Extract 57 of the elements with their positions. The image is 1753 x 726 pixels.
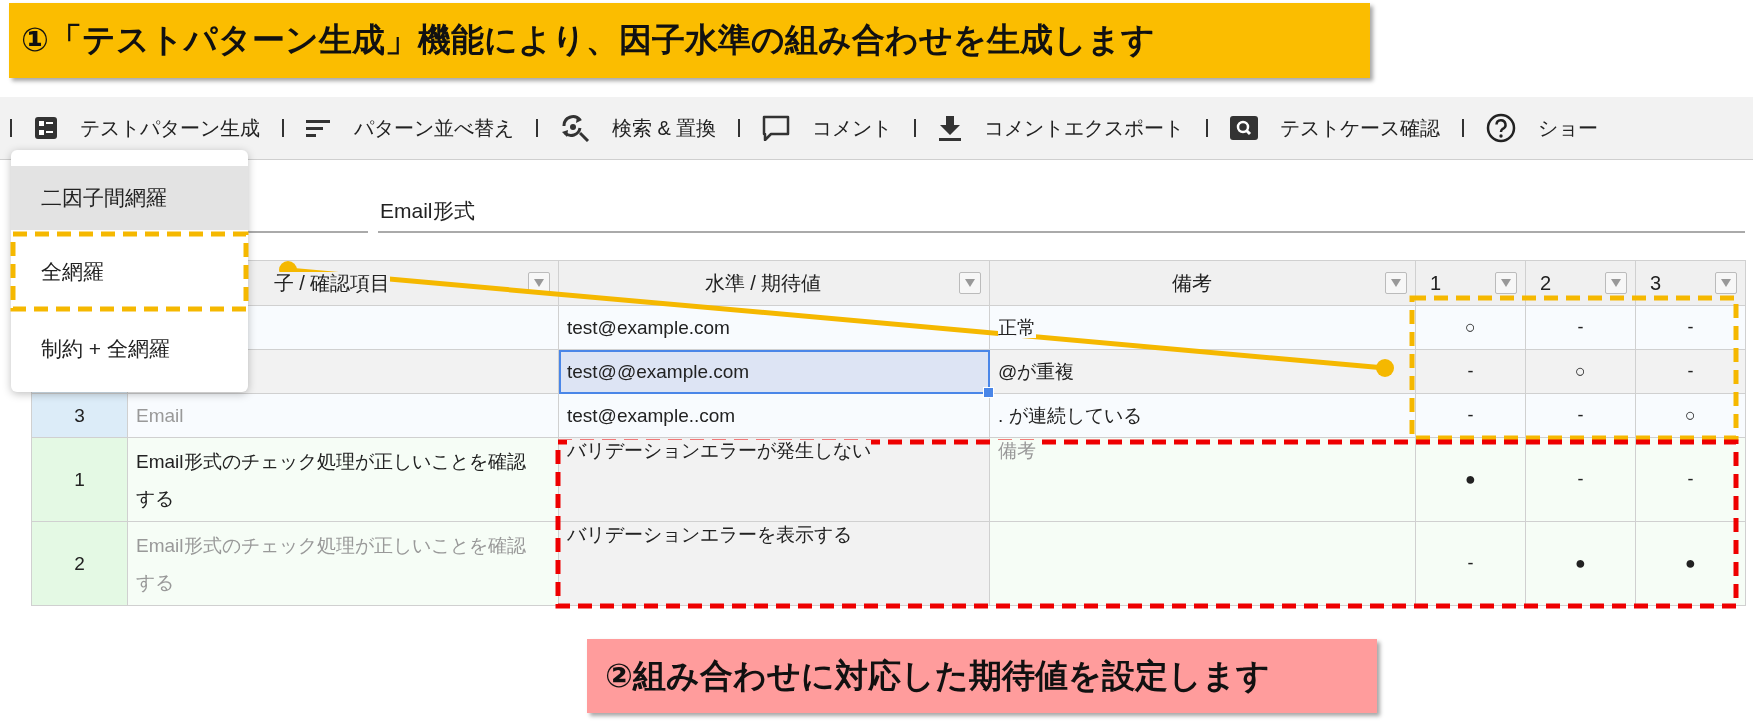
table-cell: Email形式のチェック処理が正しいことを確認する <box>127 521 559 606</box>
filter-button[interactable] <box>1605 272 1627 294</box>
caret-icon <box>965 279 975 287</box>
filter-button[interactable] <box>959 272 981 294</box>
toolbar-button[interactable]: コメント <box>758 114 897 142</box>
toolbar-button[interactable]: テストパターン生成 <box>30 114 264 142</box>
table-cell: ○ <box>1635 393 1746 438</box>
comment-icon <box>762 115 791 141</box>
search-icon <box>1230 116 1259 140</box>
table-cell: ● <box>1525 521 1636 606</box>
search-replace-icon <box>560 114 590 142</box>
table-cell: ● <box>1415 437 1526 522</box>
table-cell: - <box>1635 305 1746 350</box>
table-cell: Email <box>127 393 559 438</box>
table-cell: バリデーションエラーが発生しない <box>558 437 990 522</box>
fill-handle[interactable] <box>983 387 994 398</box>
caret-icon <box>534 279 544 287</box>
table-cell: ● <box>1635 521 1746 606</box>
table-cell: バリデーションエラーを表示する <box>558 521 990 606</box>
table-cell: - <box>1415 393 1526 438</box>
callout-banner: ②組み合わせに対応した期待値を設定します <box>587 639 1377 713</box>
row-number: 1 <box>31 437 128 522</box>
table-cell: - <box>1525 437 1636 522</box>
list-icon <box>34 116 58 140</box>
row-number: 2 <box>31 521 128 606</box>
filter-button[interactable] <box>1495 272 1517 294</box>
filter-button[interactable] <box>1715 272 1737 294</box>
menu-item[interactable]: 制約 + 全網羅 <box>11 317 248 381</box>
table-cell: 正常 <box>989 305 1416 350</box>
caret-icon <box>1611 279 1621 287</box>
caret-icon <box>1721 279 1731 287</box>
sort-icon <box>306 118 332 138</box>
filter-button[interactable] <box>1385 272 1407 294</box>
table-cell: ○ <box>1525 349 1636 394</box>
help-icon <box>1486 113 1517 143</box>
caret-icon <box>1501 279 1511 287</box>
toolbar-button[interactable]: コメントエクスポート <box>934 114 1189 142</box>
table-cell: 備考 <box>989 437 1416 522</box>
menu-item[interactable]: 二因子間網羅 <box>11 166 248 230</box>
callout-banner: ①「テストパターン生成」機能により、因子水準の組み合わせを生成します <box>9 3 1370 78</box>
toolbar-button[interactable]: パターン並べ替え <box>302 114 518 142</box>
toolbar-button[interactable]: テストケース確認 <box>1226 114 1445 142</box>
name-field[interactable]: Email形式 <box>378 193 1745 233</box>
toolbar-button[interactable]: ショー <box>1482 113 1603 143</box>
table-cell: - <box>1635 349 1746 394</box>
table-cell: - <box>1525 305 1636 350</box>
row-number: 3 <box>31 393 128 438</box>
table-cell: test@example..com <box>558 393 990 438</box>
toolbar-button[interactable]: 検索 & 置換 <box>556 114 721 142</box>
table-cell: ○ <box>1415 305 1526 350</box>
table-cell: - <box>1415 521 1526 606</box>
table-cell: - <box>1525 393 1636 438</box>
table-cell: . が連続している <box>989 393 1416 438</box>
table-cell: - <box>1415 349 1526 394</box>
caret-icon <box>1391 279 1401 287</box>
download-icon <box>938 115 963 141</box>
table-cell: Email形式のチェック処理が正しいことを確認する <box>127 437 559 522</box>
